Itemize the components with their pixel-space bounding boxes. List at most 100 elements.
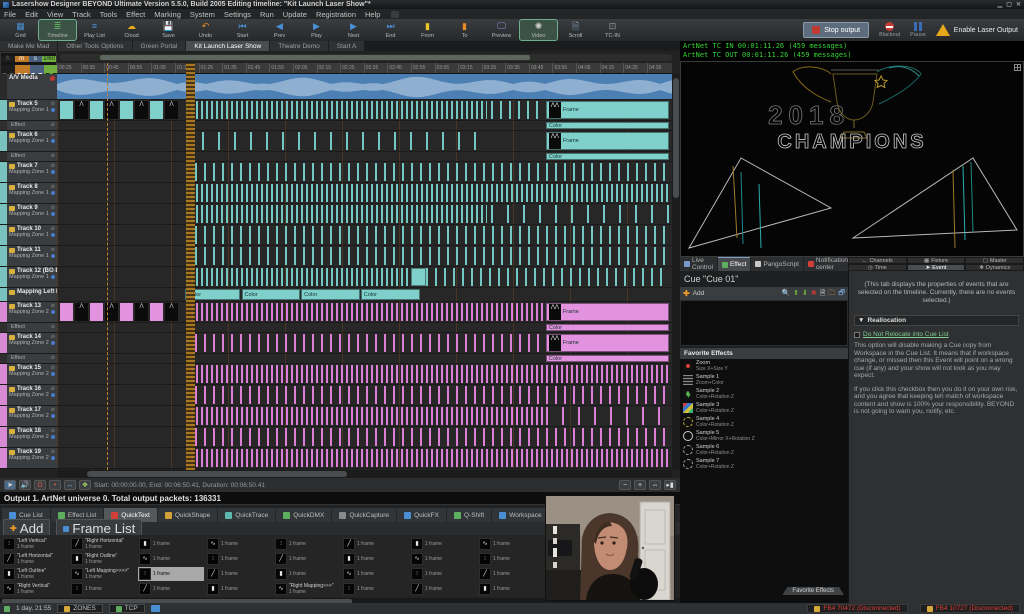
favorite-effect-item[interactable]: Sample 6Color+Rotation Z xyxy=(680,443,848,457)
tracks-vertical-scrollbar[interactable] xyxy=(672,74,680,470)
quicktext-item[interactable]: ∿1 frame xyxy=(410,552,476,566)
toolbar-button-next[interactable]: ▶Next xyxy=(335,20,372,40)
tab-fixture[interactable]: ▦Fixture xyxy=(907,257,966,264)
track-lane[interactable]: ⋀⋀⋀⋀⋀⋀Frame xyxy=(57,100,672,121)
track-lane[interactable] xyxy=(57,246,672,267)
disable-icon[interactable]: ⊘ xyxy=(51,449,55,455)
disable-icon[interactable]: ⊘ xyxy=(51,205,55,211)
track-lane[interactable]: ⋀⋀⋀⋀⋀⋀Frame xyxy=(57,302,672,323)
new-doc-icon[interactable]: 🗎 xyxy=(820,290,826,297)
quicktext-item[interactable]: ▮1 frame xyxy=(410,537,476,551)
disable-icon[interactable]: ⊘ xyxy=(51,334,55,340)
frame-event-block[interactable]: ⋀⋀Frame xyxy=(546,303,669,321)
favorite-effect-item[interactable]: ZoomSize X+Size Y xyxy=(680,359,848,373)
quicktext-item[interactable]: ╱1 frame xyxy=(138,582,204,596)
track-lane[interactable] xyxy=(57,204,672,225)
event-bars[interactable] xyxy=(186,407,546,425)
event-bars[interactable] xyxy=(186,303,546,321)
fb4-device-2[interactable]: FB4 10727 (Disconnected) xyxy=(920,604,1020,613)
track-header[interactable]: Track 6Mapping Zone 1⊘ xyxy=(0,131,57,152)
event-bars[interactable] xyxy=(186,334,546,352)
quicktext-item[interactable]: ⫶1 frame xyxy=(70,582,136,596)
timeline-horizontal-scrollbar[interactable] xyxy=(57,470,672,478)
color-event-block[interactable]: Color xyxy=(546,122,669,129)
track-lane[interactable]: Color xyxy=(57,121,672,131)
tab-event[interactable]: ➤Event xyxy=(907,264,966,271)
tcp-button[interactable]: TCP xyxy=(109,604,145,613)
quicktext-item[interactable]: ∿"Right Vertical"1 frame xyxy=(2,582,68,596)
menu-tool-icon[interactable] xyxy=(391,11,399,18)
event-bars[interactable] xyxy=(186,449,669,467)
track-lane[interactable] xyxy=(57,183,672,204)
menu-item-edit[interactable]: Edit xyxy=(25,10,38,19)
enable-laser-output-button[interactable]: Enable Laser Output xyxy=(936,24,1018,36)
toolbar-button-end[interactable]: ⏭End xyxy=(372,20,409,40)
toolbar-button-cloud[interactable]: ☁Cloud xyxy=(113,20,150,40)
tab-time[interactable]: ◷Time xyxy=(848,264,907,271)
track-header[interactable]: Track 18Mapping Zone 2⊘ xyxy=(0,427,57,448)
tab-effect[interactable]: Effect xyxy=(718,257,751,271)
quicktext-item[interactable]: ⫶1 frame xyxy=(138,567,204,581)
quicktext-item[interactable]: ╱1 frame xyxy=(206,567,272,581)
track-lane[interactable] xyxy=(57,448,672,469)
disable-icon[interactable]: ⊘ xyxy=(51,324,55,330)
search-icon[interactable]: 🔍 xyxy=(781,290,790,297)
frame-thumbnails[interactable]: ⋀⋀⋀⋀ xyxy=(60,101,177,119)
event-bars[interactable] xyxy=(546,407,669,425)
favorite-effect-item[interactable]: Sample 2Color+Rotation Z xyxy=(680,387,848,401)
toolbar-button-play-list[interactable]: ≡Play List xyxy=(76,20,113,40)
preview-grid-toggle-icon[interactable] xyxy=(1014,64,1021,71)
disable-icon[interactable]: ⊘ xyxy=(51,407,55,413)
tab-master[interactable]: ▢Master xyxy=(965,257,1024,264)
toolbar-button-grid[interactable]: ▦Grid xyxy=(2,20,39,40)
zoom-out-icon[interactable]: − xyxy=(619,480,631,490)
favorite-effect-item[interactable]: Sample 5Color+Mirror X+Rotation Z xyxy=(680,429,848,443)
quicktext-item[interactable]: ∿"Right Mapping>>>"1 frame xyxy=(274,582,340,596)
track-header[interactable]: Track 17Mapping Zone 2⊘ xyxy=(0,406,57,427)
track-lane[interactable] xyxy=(57,162,672,183)
toolbar-button-timeline[interactable]: ≣Timeline xyxy=(39,20,76,40)
quicktext-item[interactable]: ∿1 frame xyxy=(206,537,272,551)
add-effect-label[interactable]: Add xyxy=(693,290,705,297)
copy-icon[interactable]: 🗗 xyxy=(838,290,845,297)
track-lane[interactable] xyxy=(57,406,672,427)
event-bars[interactable] xyxy=(186,247,669,265)
menu-item-file[interactable]: File xyxy=(4,10,16,19)
do-not-relocate-checkbox[interactable]: Do Not Relocate into Cue List xyxy=(854,331,1019,338)
disable-icon[interactable]: ⊘ xyxy=(51,268,55,274)
time-ruler[interactable]: 00:2500:3500:4500:5501:0501:1501:2501:35… xyxy=(57,63,672,74)
track-lane[interactable] xyxy=(57,74,672,100)
track-header[interactable]: Effect⊘ xyxy=(0,152,57,162)
track-header[interactable]: Track 10Mapping Zone 1⊘ xyxy=(0,225,57,246)
event-bars[interactable] xyxy=(186,386,669,404)
mute-icon[interactable] xyxy=(50,76,55,81)
color-event-block[interactable]: Color xyxy=(301,289,359,300)
quicktext-item[interactable]: ▮1 frame xyxy=(206,582,272,596)
track-header[interactable]: Track 11Mapping Zone 1⊘ xyxy=(0,246,57,267)
reallocation-section-header[interactable]: ▼ Reallocation xyxy=(854,315,1019,326)
disable-icon[interactable]: ⊘ xyxy=(51,132,55,138)
tab-pangoscript[interactable]: PangoScript xyxy=(751,257,802,271)
track-lane[interactable] xyxy=(57,364,672,385)
track-header[interactable]: Effect⊘ xyxy=(0,121,57,131)
audio-tool-icon[interactable]: 🔊 xyxy=(19,480,31,490)
track-lane[interactable]: ⋀⋀Frame xyxy=(57,333,672,354)
show-tab-other-tools-options[interactable]: Other Tools Options xyxy=(58,41,131,51)
event-bars[interactable] xyxy=(426,268,669,286)
pause-button[interactable]: Pause xyxy=(910,22,926,38)
track-lane[interactable]: Color xyxy=(57,323,672,333)
quicktext-item[interactable]: ∿1 frame xyxy=(138,552,204,566)
disable-icon[interactable]: ⊘ xyxy=(51,184,55,190)
disable-icon[interactable]: ⊘ xyxy=(51,355,55,361)
snap-magnet-icon[interactable]: Ω xyxy=(34,480,46,490)
quicktext-item[interactable]: ▮1 frame xyxy=(478,582,544,596)
delete-icon[interactable]: ✖ xyxy=(811,290,817,297)
quicktext-item[interactable]: ▮1 frame xyxy=(274,567,340,581)
quicktext-item[interactable]: ╱1 frame xyxy=(410,582,476,596)
select-range-icon[interactable]: ↔ xyxy=(64,480,76,490)
stop-output-button[interactable]: Stop output xyxy=(803,22,869,38)
follow-playhead-icon[interactable]: ▸▮ xyxy=(664,480,676,490)
toolbar-button-start[interactable]: ⏮Start xyxy=(224,20,261,40)
menu-item-update[interactable]: Update xyxy=(283,10,307,19)
menu-item-run[interactable]: Run xyxy=(260,10,274,19)
